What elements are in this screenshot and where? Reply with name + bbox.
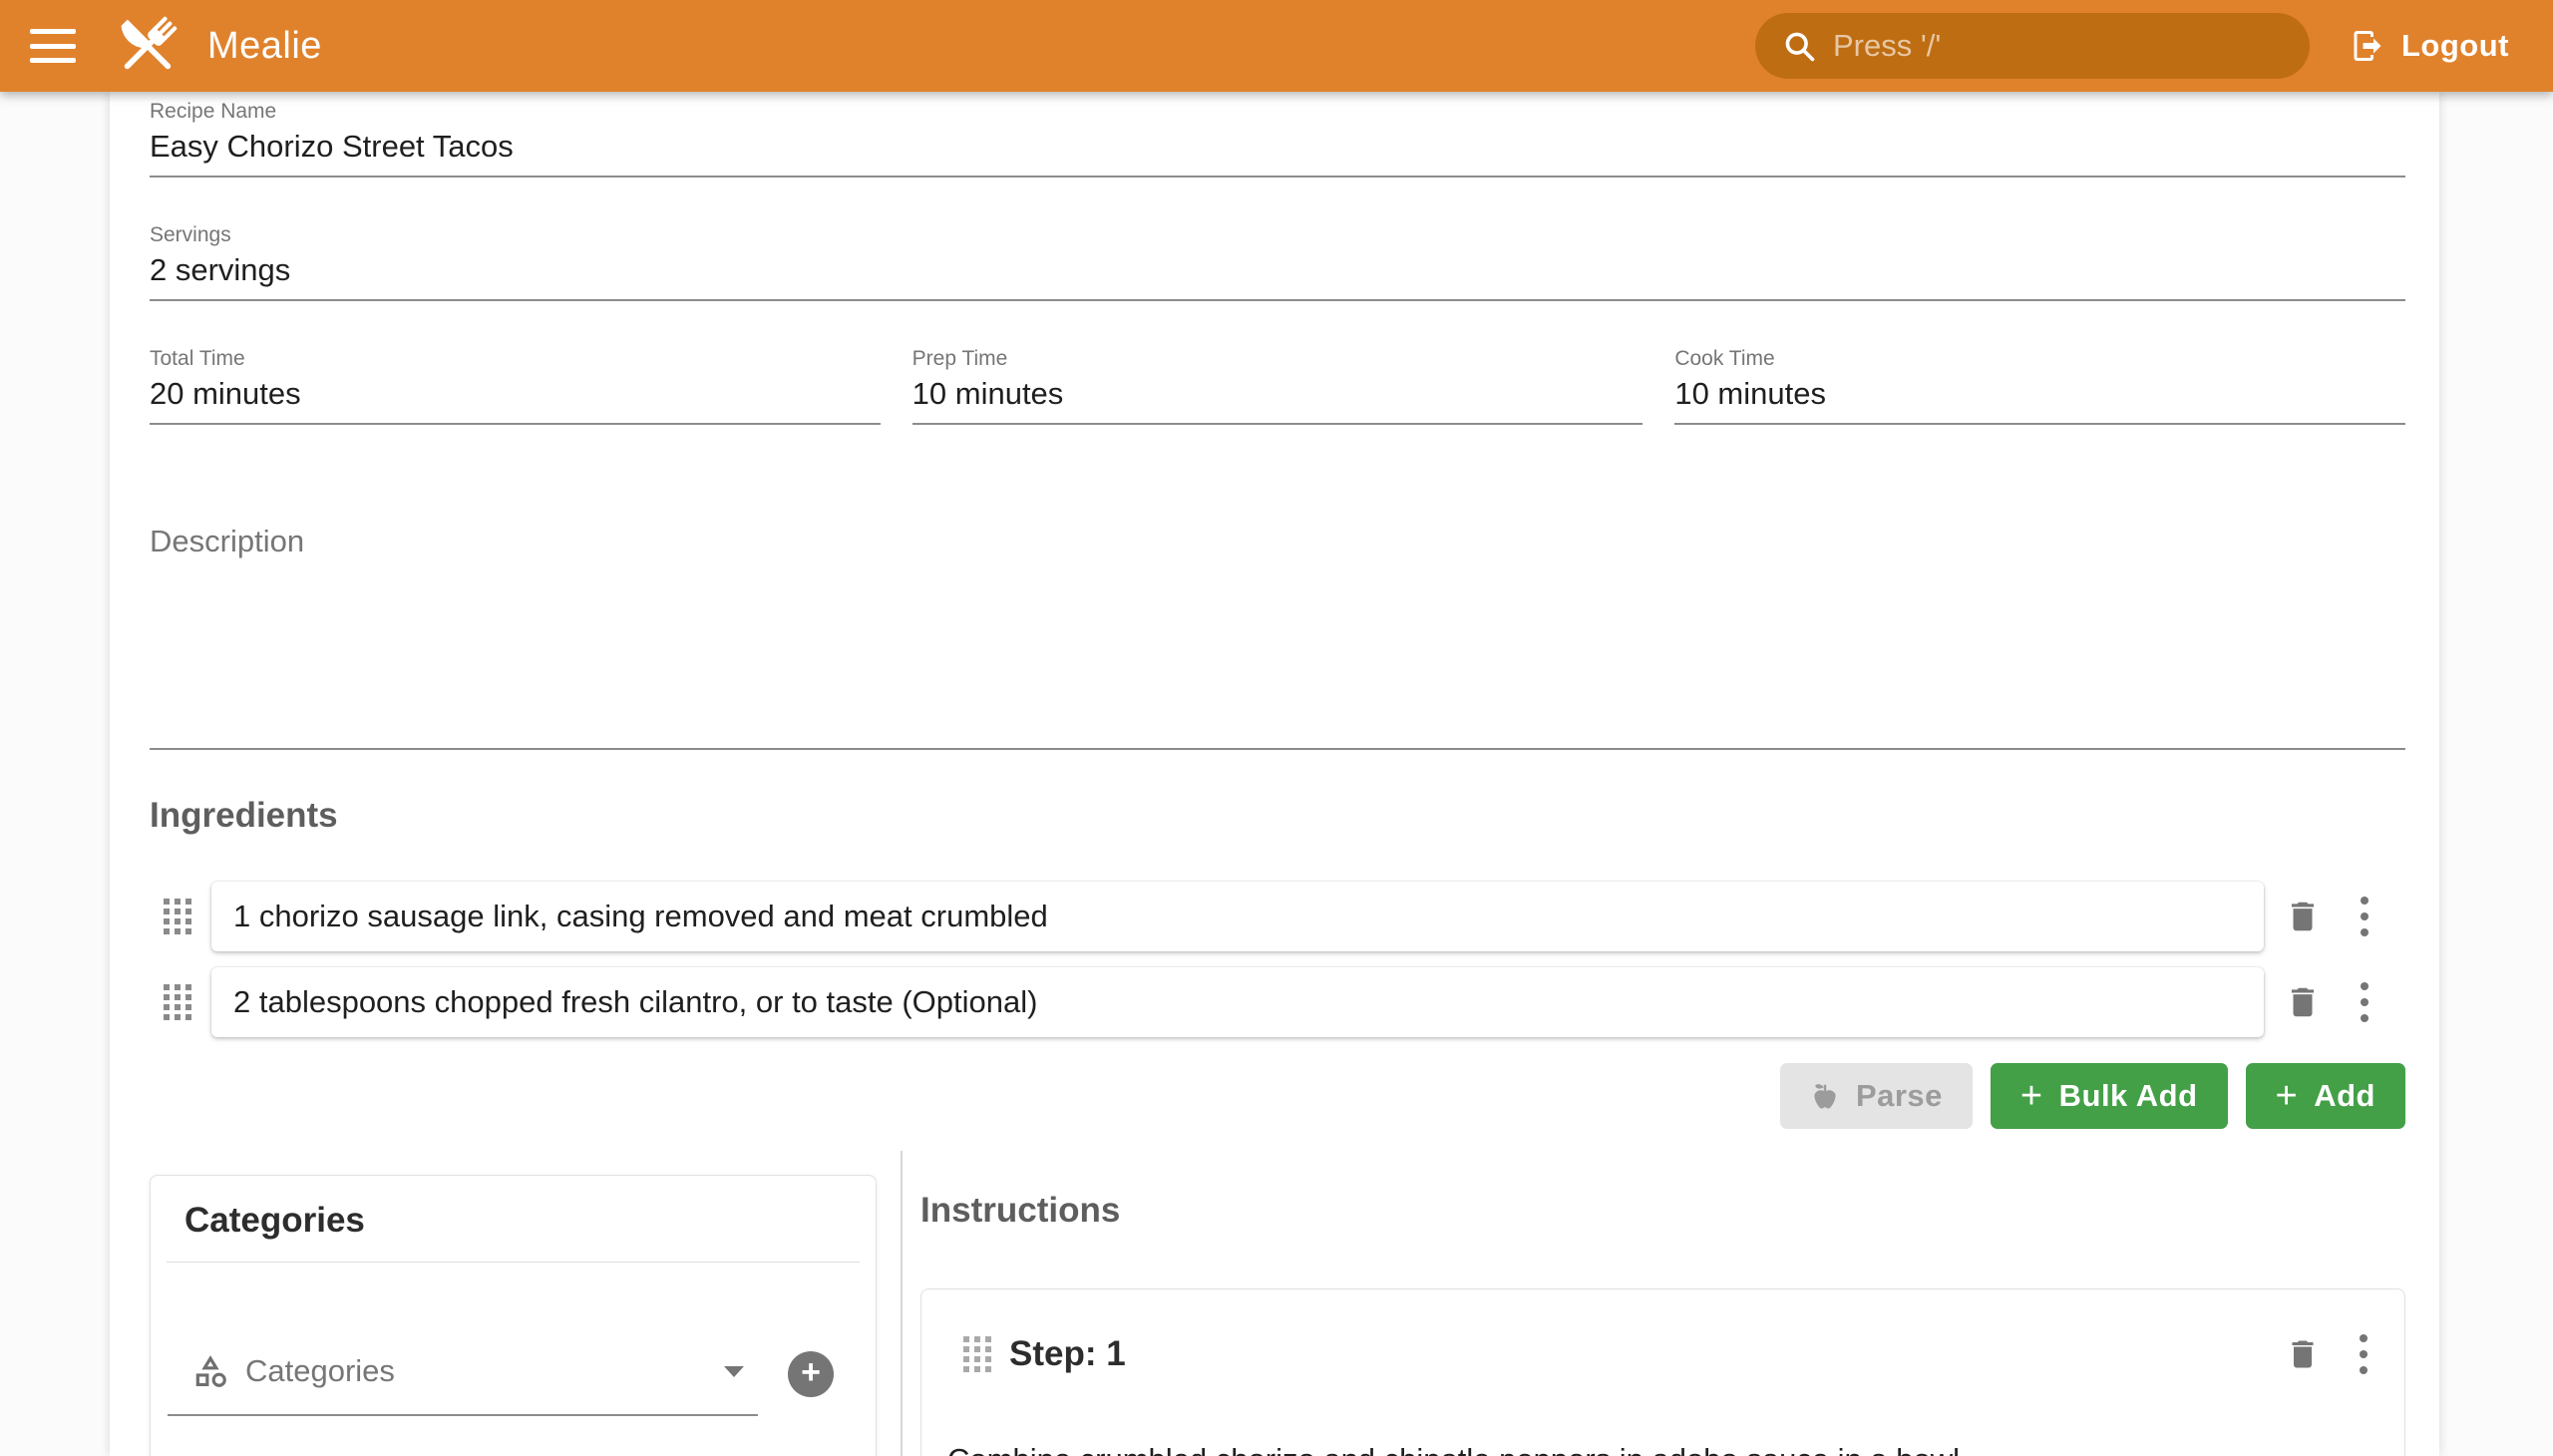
divider	[167, 1262, 860, 1263]
add-ingredient-button[interactable]: + Add	[2246, 1063, 2405, 1129]
recipe-name-field[interactable]: Recipe Name Easy Chorizo Street Tacos	[150, 100, 2405, 178]
instructions-heading: Instructions	[920, 1189, 2405, 1233]
prep-time-label: Prep Time	[912, 347, 1643, 371]
search-icon	[1781, 28, 1817, 64]
ingredient-input[interactable]: 1 chorizo sausage link, casing removed a…	[211, 882, 2264, 951]
ingredient-menu-icon[interactable]	[2352, 978, 2377, 1026]
recipe-name-value[interactable]: Easy Chorizo Street Tacos	[150, 128, 2405, 166]
description-value[interactable]	[150, 560, 2405, 738]
add-label: Add	[2314, 1078, 2375, 1114]
logout-button[interactable]: Logout	[2350, 28, 2509, 64]
categories-column: Categories Categories +	[150, 1151, 877, 1456]
lower-columns: Categories Categories +	[150, 1151, 2405, 1456]
prep-time-field[interactable]: Prep Time 10 minutes	[912, 347, 1643, 425]
search-input[interactable]	[1833, 28, 2284, 64]
step-menu-icon[interactable]	[2351, 1330, 2376, 1378]
chevron-down-icon[interactable]	[724, 1366, 744, 1377]
recipe-name-label: Recipe Name	[150, 100, 2405, 124]
logout-label: Logout	[2401, 28, 2509, 64]
plus-icon: +	[2020, 1077, 2043, 1115]
menu-icon[interactable]	[30, 29, 76, 63]
drag-handle-icon[interactable]	[164, 899, 191, 934]
app-bar: Mealie Logout	[0, 0, 2553, 92]
instructions-column: Instructions Step: 1 Co	[903, 1151, 2405, 1456]
parse-label: Parse	[1856, 1078, 1943, 1114]
cook-time-value[interactable]: 10 minutes	[1674, 375, 2405, 413]
recipe-editor-sheet: Recipe Name Easy Chorizo Street Tacos Se…	[110, 92, 2439, 1456]
drag-handle-icon[interactable]	[164, 984, 191, 1020]
categories-select-label: Categories	[245, 1353, 395, 1389]
delete-step-icon[interactable]	[2285, 1334, 2321, 1374]
ingredients-heading: Ingredients	[150, 794, 2405, 838]
servings-label: Servings	[150, 223, 2405, 247]
bulk-add-button[interactable]: + Bulk Add	[1991, 1063, 2228, 1129]
prep-time-value[interactable]: 10 minutes	[912, 375, 1643, 413]
ingredient-row: 1 chorizo sausage link, casing removed a…	[150, 882, 2405, 951]
ingredient-menu-icon[interactable]	[2352, 893, 2377, 940]
ingredients-actions: Parse + Bulk Add + Add	[150, 1063, 2405, 1129]
parse-button[interactable]: Parse	[1780, 1063, 1973, 1129]
cook-time-field[interactable]: Cook Time 10 minutes	[1674, 347, 2405, 425]
apple-icon	[1810, 1081, 1840, 1111]
servings-field[interactable]: Servings 2 servings	[150, 223, 2405, 301]
step-text-input[interactable]: Combine crumbled chorizo and chipotle pe…	[947, 1439, 2378, 1456]
time-fields-row: Total Time 20 minutes Prep Time 10 minut…	[150, 347, 2405, 425]
shapes-icon	[191, 1352, 229, 1390]
description-label: Description	[150, 523, 2405, 560]
step-card: Step: 1 Combine crumbled chorizo and chi…	[920, 1288, 2405, 1456]
add-category-button[interactable]: +	[788, 1351, 834, 1397]
categories-select-row: Categories +	[168, 1332, 876, 1416]
categories-card: Categories Categories +	[150, 1175, 877, 1456]
delete-ingredient-icon[interactable]	[2284, 981, 2322, 1023]
categories-select[interactable]: Categories	[168, 1332, 758, 1416]
delete-ingredient-icon[interactable]	[2284, 896, 2322, 937]
drag-handle-icon[interactable]	[963, 1336, 991, 1372]
step-title: Step: 1	[1009, 1334, 1126, 1374]
description-field[interactable]: Description	[150, 523, 2405, 750]
mealie-logo-icon[interactable]	[110, 8, 185, 84]
search-bar[interactable]	[1755, 13, 2310, 79]
categories-title: Categories	[151, 1176, 876, 1242]
total-time-label: Total Time	[150, 347, 881, 371]
ingredient-input[interactable]: 2 tablespoons chopped fresh cilantro, or…	[211, 967, 2264, 1037]
logout-icon	[2350, 28, 2385, 64]
bulk-add-label: Bulk Add	[2059, 1078, 2198, 1114]
plus-icon: +	[2276, 1077, 2299, 1115]
ingredient-row: 2 tablespoons chopped fresh cilantro, or…	[150, 967, 2405, 1037]
cook-time-label: Cook Time	[1674, 347, 2405, 371]
servings-value[interactable]: 2 servings	[150, 251, 2405, 289]
total-time-value[interactable]: 20 minutes	[150, 375, 881, 413]
total-time-field[interactable]: Total Time 20 minutes	[150, 347, 881, 425]
app-title[interactable]: Mealie	[207, 25, 322, 68]
step-header: Step: 1	[947, 1331, 2378, 1377]
